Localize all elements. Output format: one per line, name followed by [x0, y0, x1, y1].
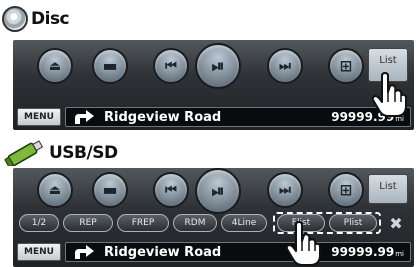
close-icon[interactable]: ✖ — [383, 214, 409, 233]
turn-right-arrow-icon — [75, 110, 94, 124]
usb-drive-icon — [4, 140, 44, 166]
play-pause-icon: ⏯ — [211, 56, 225, 75]
eject-icon: ⏏ — [48, 182, 62, 198]
disc-header: Disc — [2, 6, 70, 32]
distance-value: 99999.99 — [331, 245, 395, 259]
next-track-button[interactable]: ⏭ — [267, 172, 303, 208]
menu-button[interactable]: MENU — [17, 243, 61, 261]
next-track-icon: ⏭ — [279, 182, 291, 198]
road-name: Ridgeview Road — [104, 109, 222, 125]
four-line-button[interactable]: 4Line — [221, 214, 267, 232]
folder-up-icon: ▬ — [102, 56, 118, 75]
usb-header: USB/SD — [2, 140, 118, 166]
play-pause-button[interactable]: ⏯ — [195, 168, 241, 214]
function-button-row: 1/2 REP FREP RDM 4Line Flist Plist ✖ — [15, 212, 412, 234]
menu-button[interactable]: MENU — [17, 108, 61, 126]
disc-status-bar: MENU Ridgeview Road 99999.99 mi — [13, 106, 414, 128]
play-pause-icon: ⏯ — [211, 181, 225, 200]
previous-track-button[interactable]: ⏮ — [153, 48, 189, 84]
previous-track-icon: ⏮ — [165, 58, 177, 74]
previous-track-button[interactable]: ⏮ — [153, 172, 189, 208]
folder-repeat-button[interactable]: FREP — [117, 214, 169, 232]
folder-up-icon: ▬ — [102, 180, 118, 199]
next-track-icon: ⏭ — [279, 58, 291, 74]
repeat-button[interactable]: REP — [63, 214, 113, 232]
turn-right-arrow-icon — [75, 245, 94, 259]
folder-down-icon: ⊞ — [339, 56, 353, 75]
folder-down-button[interactable]: ⊞ — [328, 172, 364, 208]
route-info[interactable]: Ridgeview Road 99999.99 mi — [65, 242, 411, 262]
route-info[interactable]: Ridgeview Road 99999.99 mi — [65, 107, 411, 127]
list-button[interactable]: List — [368, 174, 408, 204]
disc-control-panel: ⏏ ▬ ⏮ ⏯ ⏭ ⊞ List MENU Ridgeview Road 999… — [13, 40, 414, 130]
random-button[interactable]: RDM — [173, 214, 217, 232]
folder-down-button[interactable]: ⊞ — [328, 48, 364, 84]
playlist-button[interactable]: Plist — [329, 214, 377, 232]
usb-status-bar: MENU Ridgeview Road 99999.99 mi — [13, 241, 414, 263]
usb-title: USB/SD — [49, 143, 118, 163]
folder-up-button[interactable]: ▬ — [92, 48, 128, 84]
previous-track-icon: ⏮ — [165, 182, 177, 198]
play-pause-button[interactable]: ⏯ — [195, 43, 241, 89]
page-toggle-button[interactable]: 1/2 — [19, 214, 59, 232]
tap-hand-icon — [371, 72, 407, 117]
eject-button[interactable]: ⏏ — [37, 48, 73, 84]
distance-unit: mi — [395, 250, 404, 258]
usb-control-panel: ⏏ ▬ ⏮ ⏯ ⏭ ⊞ List 1/2 REP FREP RDM 4Line … — [13, 168, 414, 267]
tap-hand-icon — [285, 221, 321, 266]
eject-icon: ⏏ — [48, 58, 62, 74]
folder-up-button[interactable]: ▬ — [92, 172, 128, 208]
folder-down-icon: ⊞ — [339, 180, 353, 199]
disc-icon — [2, 6, 28, 32]
eject-button[interactable]: ⏏ — [37, 172, 73, 208]
disc-title: Disc — [31, 9, 70, 29]
next-track-button[interactable]: ⏭ — [267, 48, 303, 84]
